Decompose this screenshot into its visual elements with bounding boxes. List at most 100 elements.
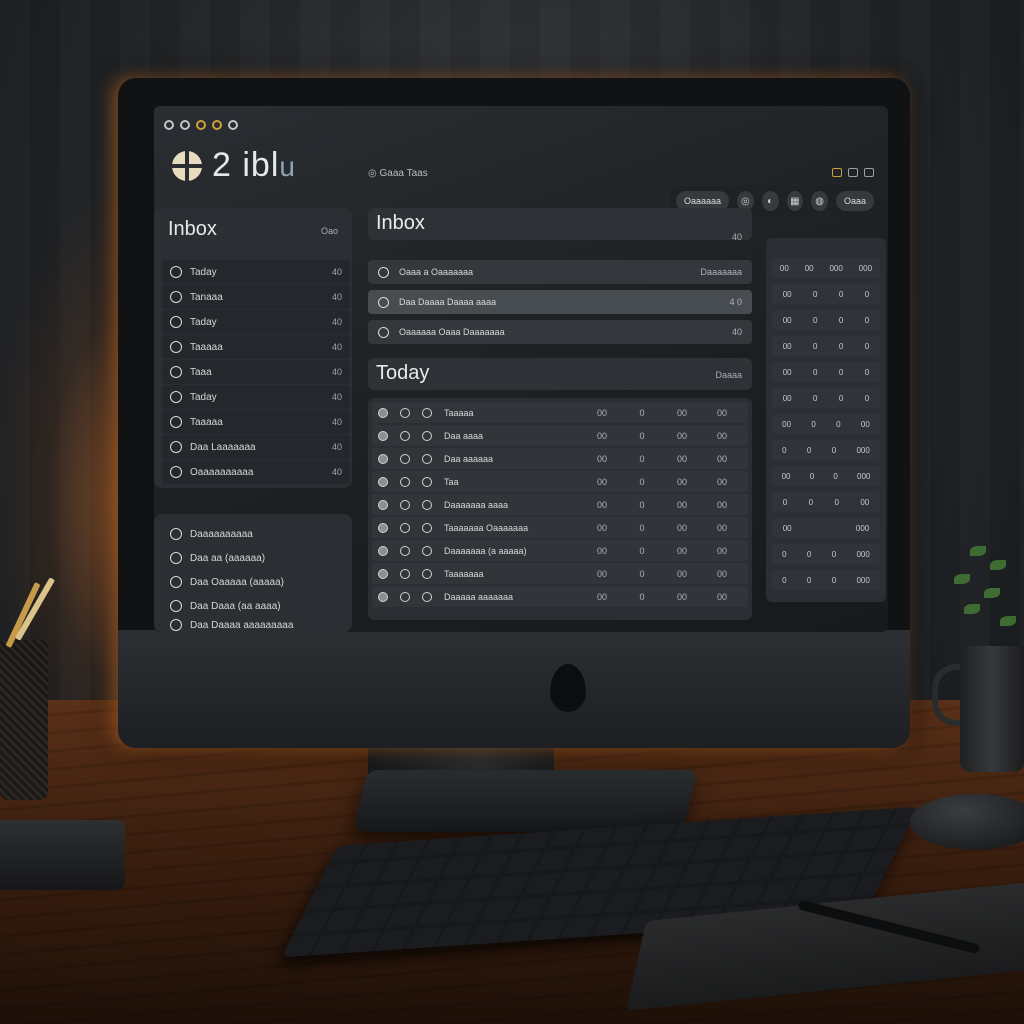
traffic-light-icon[interactable] [196,120,206,130]
detail-row[interactable]: 00000 [772,284,880,304]
today-row[interactable]: Daaaaa aaaaaaa 00 0 00 00 [372,586,748,607]
status-icon [422,499,432,510]
today-row[interactable]: Taaaaaaa 00 0 00 00 [372,563,748,584]
detail-row[interactable]: 00 0 0 000 [772,466,880,486]
status-icon [422,568,432,579]
row-sender: Daaaaaaa aaaa [444,499,509,510]
flag-icon [400,407,410,418]
row-meta: 00 [676,591,687,602]
traffic-light-icon[interactable] [228,120,238,130]
row-meta: 00 [716,522,727,533]
detail-row[interactable]: 000000 [772,570,880,590]
detail-row[interactable]: 00000 [772,518,880,538]
folder-icon [170,366,182,378]
sidebar-item-count: 40 [331,292,342,302]
row-meta: 0 [639,407,645,418]
flag-icon [400,430,410,441]
message-row[interactable]: Daa Daaaa Daaaa aaaa 4 0 [368,290,752,314]
sidebar-item[interactable]: Taday 40 [162,385,350,409]
sidebar-secondary-item[interactable]: Daa Oaaaaa (aaaaa) [162,570,344,594]
sidebar-list: Taday 40 Tanaaa 40 Taday 40 Taaaaa 40 Taaa 40… [162,260,350,485]
folder-icon [170,528,182,540]
inbox-section-count: 40 [731,232,742,242]
avatar-icon [378,568,388,579]
detail-cell: 00 [804,263,814,273]
sidebar-secondary-item[interactable]: Daa Daaa (aa aaaa) [162,594,344,618]
row-sender: Taaaaaaa [444,568,484,579]
status-icon [422,545,432,556]
folder-icon [170,552,182,564]
row-meta: 00 [716,407,727,418]
detail-row[interactable]: 00000 [772,336,880,356]
sidebar-item[interactable]: Taaa 40 [162,360,350,384]
sidebar-item[interactable]: Taday 40 [162,310,350,334]
toolbar-icon-button[interactable]: ▦ [786,191,804,211]
detail-cell: 0 [813,367,818,377]
maximize-icon[interactable] [848,168,858,177]
today-row[interactable]: Daaaaaaa aaaa 00 0 00 00 [372,494,748,515]
sidebar-item[interactable]: Oaaaaaaaaaa 40 [162,460,350,484]
row-meta: 0 [639,568,645,579]
traffic-light-icon[interactable] [212,120,222,130]
detail-cell: 000 [856,445,870,455]
detail-cell: 0 [831,445,837,455]
email-app-screen: 2 iblu ◎ Gaaa Taas Oaaaaaa ◎ ◐ ▦ ◍ Oaaa … [154,106,888,632]
detail-row[interactable]: 000000 [772,544,880,564]
detail-cell: 0 [831,549,837,559]
detail-row[interactable]: 00000 [772,388,880,408]
sidebar-title: Inbox [168,218,217,240]
detail-cell: 00 [779,263,789,273]
sidebar-secondary-label: Daaaaaaaaaa [190,528,253,540]
message-row[interactable]: Oaaa a Oaaaaaaa Daaaaaaa [368,260,752,284]
settings-button[interactable]: Oaaa [835,191,875,211]
detail-row[interactable]: 00000 [772,310,880,330]
detail-row[interactable]: 00 00 000 000 [772,258,880,278]
sidebar-item[interactable]: Taday 40 [162,260,350,284]
traffic-light-icon[interactable] [164,120,174,130]
avatar-icon [378,499,388,510]
close-icon[interactable] [864,168,874,177]
today-row[interactable]: Taaaaaaa Oaaaaaaa 00 0 00 00 [372,517,748,538]
message-meta: 40 [731,327,742,337]
row-meta: 00 [716,568,727,579]
detail-row[interactable]: 00000 [772,362,880,382]
today-row[interactable]: Taaaaa 00 0 00 00 [372,402,748,423]
status-icon [422,476,432,487]
sidebar-secondary-item[interactable]: Daa aa (aaaaaa) [162,546,344,570]
row-meta: 0 [639,476,645,487]
leaf [984,588,1000,598]
today-section-header: Today Daaaa [368,358,752,390]
detail-row[interactable]: 000000 [772,440,880,460]
detail-row[interactable]: 00000 [772,492,880,512]
sidebar-item-count: 40 [331,392,342,402]
message-meta: 4 0 [729,297,742,307]
detail-cell: 000 [829,263,843,273]
leaf [954,574,970,584]
today-row[interactable]: Daa aaaa 00 0 00 00 [372,425,748,446]
sidebar-item-label: Taday [190,266,217,278]
sidebar-item[interactable]: Tanaaa 40 [162,285,350,309]
sidebar-secondary-item[interactable]: Daa Daaaa aaaaaaaaa [162,618,344,632]
unread-icon [378,266,389,278]
row-meta: 0 [639,453,645,464]
plant [940,536,1024,646]
traffic-light-icon[interactable] [180,120,190,130]
toolbar-icon-button[interactable]: ◐ [761,191,779,211]
folder-icon [170,341,182,353]
sidebar-item[interactable]: Taaaaa 40 [162,335,350,359]
row-meta: 00 [676,545,687,556]
detail-cell: 000 [857,471,871,481]
minimize-icon[interactable] [832,168,842,177]
today-row[interactable]: Taa 00 0 00 00 [372,471,748,492]
sidebar-secondary-item[interactable]: Daaaaaaaaaa [162,522,344,546]
header-link[interactable]: ◎ Gaaa Taas [368,168,428,179]
today-row[interactable]: Daaaaaaa (a aaaaa) 00 0 00 00 [372,540,748,561]
detail-row[interactable]: 000000 [772,414,880,434]
today-row[interactable]: Daa aaaaaa 00 0 00 00 [372,448,748,469]
message-row[interactable]: Oaaaaaa Oaaa Daaaaaaa 40 [368,320,752,344]
sidebar-item[interactable]: Daa Laaaaaaa 40 [162,435,350,459]
sidebar-item[interactable]: Taaaaa 40 [162,410,350,434]
header-link-label: Gaaa Taas [379,168,428,179]
detail-cell: 0 [813,393,818,403]
toolbar-icon-button[interactable]: ◍ [811,191,828,211]
